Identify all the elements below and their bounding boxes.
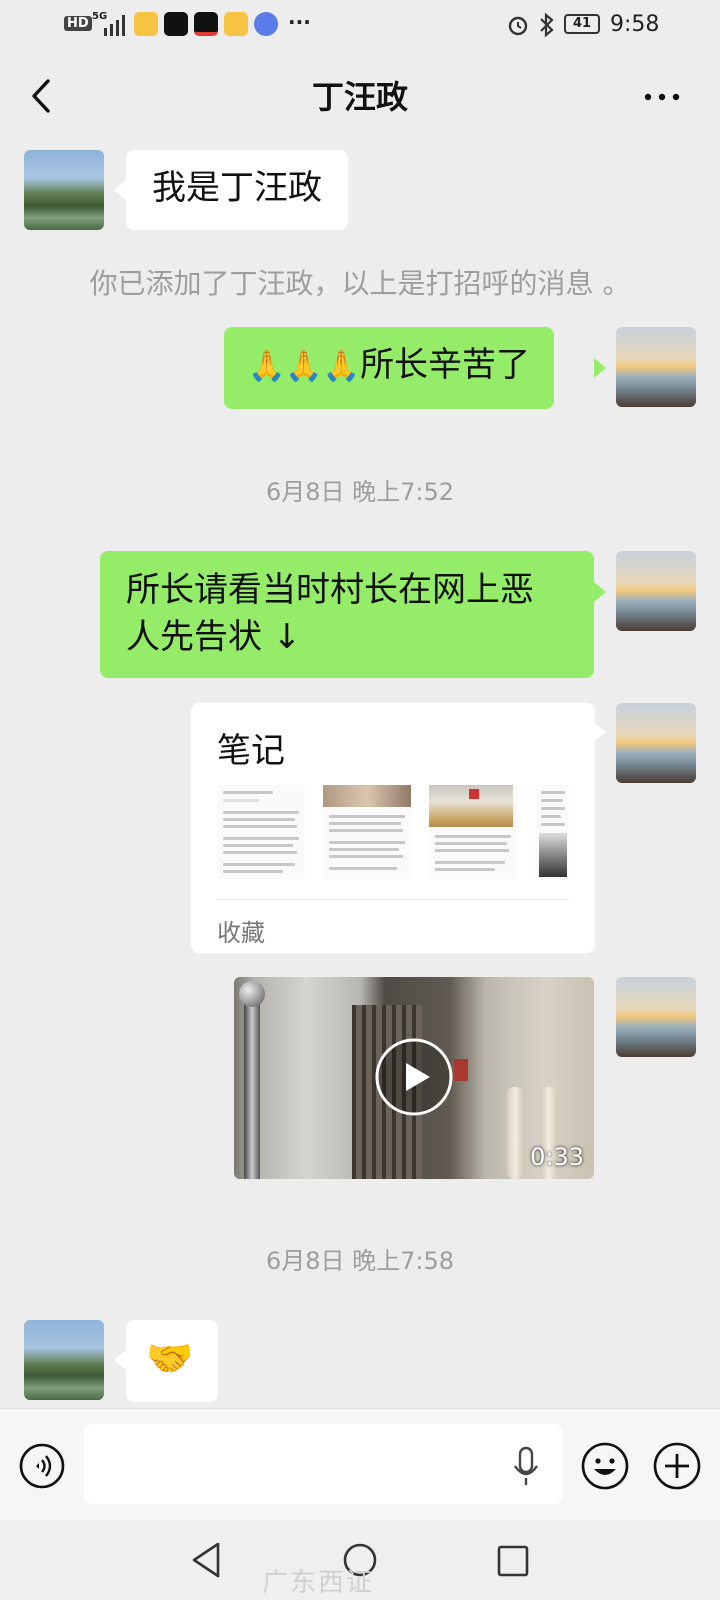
signal-icon: [104, 15, 125, 36]
more-dots-icon[interactable]: [640, 82, 684, 112]
tiktok-icon: [164, 12, 188, 36]
my-avatar[interactable]: [616, 551, 696, 631]
bubble-tail: [594, 722, 606, 742]
message-bubble-sent[interactable]: 🙏🙏🙏所长辛苦了: [224, 327, 555, 409]
hd-label: HD: [64, 16, 92, 31]
voice-mode-icon[interactable]: [18, 1442, 66, 1490]
message-bubble-received[interactable]: 🤝: [126, 1320, 218, 1402]
timestamp: 6月8日 晚上7:52: [265, 478, 455, 506]
note-title: 笔记: [217, 731, 285, 771]
video-frame-pole-cap: [239, 981, 265, 1007]
message-text-line2: 人先告状 ↓: [126, 617, 302, 657]
bubble-tail: [114, 1350, 126, 1370]
handshake-emoji: 🤝: [146, 1336, 194, 1380]
my-avatar[interactable]: [616, 327, 696, 407]
contact-avatar[interactable]: [24, 150, 104, 230]
emoji-face-icon[interactable]: [580, 1441, 630, 1491]
pray-emoji: 🙏🙏🙏: [248, 349, 361, 384]
divider: [217, 899, 569, 900]
bluetooth-icon: [540, 12, 554, 38]
music-icon: [254, 12, 278, 36]
note-thumbnail: [535, 785, 569, 879]
tiktok-lite-icon: [194, 12, 218, 36]
microphone-icon[interactable]: [512, 1446, 540, 1488]
triangle-back-icon[interactable]: [188, 1540, 224, 1580]
message-bubble-received[interactable]: 我是丁汪政: [126, 150, 348, 230]
timestamp: 6月8日 晚上7:58: [265, 1247, 455, 1275]
status-bar: HD 5G ··· 41 9:58: [0, 0, 720, 50]
video-frame-pole: [244, 987, 260, 1179]
note-thumbnail: [217, 785, 305, 879]
system-notice: 你已添加了丁汪政，以上是打招呼的消息 。: [89, 267, 631, 300]
alarm-icon: [508, 16, 528, 36]
bubble-tail: [114, 180, 126, 200]
more-notifications-icon: ···: [288, 10, 311, 34]
weibo-icon: [134, 12, 158, 36]
message-text: 所长辛苦了: [360, 345, 531, 385]
my-avatar[interactable]: [616, 977, 696, 1057]
clock: 9:58: [610, 12, 660, 37]
battery-level: 41: [572, 16, 592, 31]
my-avatar[interactable]: [616, 703, 696, 783]
note-card[interactable]: 笔记 收藏: [191, 703, 595, 953]
bubble-tail: [594, 358, 606, 378]
contact-avatar[interactable]: [24, 1320, 104, 1400]
video-message[interactable]: 0:33: [234, 977, 594, 1179]
weibo-icon: [224, 12, 248, 36]
watermark: 广东西证: [262, 1568, 375, 1598]
message-text-line1: 所长请看当时村长在网上恶: [126, 570, 534, 610]
battery-icon: 41: [564, 14, 600, 34]
video-duration: 0:33: [530, 1143, 584, 1171]
message-input[interactable]: [84, 1424, 562, 1504]
message-bubble-sent[interactable]: 所长请看当时村长在网上恶 人先告状 ↓: [100, 551, 594, 678]
square-recents-icon[interactable]: [496, 1544, 530, 1578]
play-icon[interactable]: [374, 1037, 454, 1117]
video-frame-railing: [506, 1087, 524, 1179]
chat-title: 丁汪政: [311, 78, 408, 116]
note-source-label: 收藏: [217, 919, 265, 947]
note-thumbnail: [429, 785, 517, 879]
note-thumbnail: [323, 785, 411, 879]
bubble-tail: [594, 582, 606, 602]
add-circle-icon[interactable]: [652, 1441, 702, 1491]
video-frame-sign: [454, 1059, 468, 1081]
